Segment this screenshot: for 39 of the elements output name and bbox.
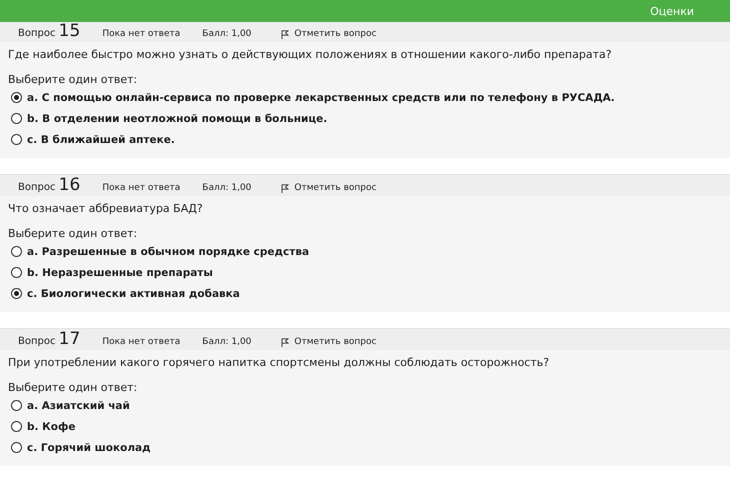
answer-prompt: Выберите один ответ: — [8, 381, 138, 394]
answer-prompt: Выберите один ответ: — [8, 73, 138, 86]
answer-option[interactable]: a. Азиатский чай — [27, 400, 130, 412]
flag-icon — [281, 338, 290, 346]
radio-button[interactable] — [11, 267, 22, 278]
question-score: Балл: 1,00 — [202, 29, 252, 39]
flag-question-button[interactable]: Отметить вопрос — [281, 29, 376, 39]
flag-question-button[interactable]: Отметить вопрос — [281, 337, 376, 347]
answer-option[interactable]: b. Неразрешенные препараты — [27, 266, 213, 278]
question-number: Вопрос 17 — [18, 332, 80, 347]
question-text: При употреблении какого горячего напитка спортсмены должны соблюдать осторожность? — [8, 356, 550, 369]
flag-icon — [281, 184, 290, 192]
answer-prompt: Выберите один ответ: — [8, 227, 138, 240]
question-number: Вопрос 16 — [18, 178, 80, 193]
question-score: Балл: 1,00 — [202, 183, 252, 193]
answer-status: Пока нет ответа — [102, 29, 180, 39]
question-text: Где наиболее быстро можно узнать о действующих положениях в отношении какого-либо препарата? — [8, 48, 613, 61]
answer-option[interactable]: b. В отделении неотложной помощи в больнице. — [27, 112, 328, 124]
answer-option[interactable]: a. Разрешенные в обычном порядке средства — [27, 246, 310, 258]
radio-button[interactable] — [11, 442, 22, 453]
radio-button[interactable] — [11, 134, 22, 145]
radio-button[interactable] — [11, 400, 22, 411]
answer-option[interactable]: c. Биологически активная добавка — [27, 288, 240, 300]
radio-button[interactable] — [11, 246, 22, 257]
radio-button[interactable] — [11, 288, 22, 299]
flag-icon — [281, 30, 290, 38]
question-score: Балл: 1,00 — [202, 337, 252, 347]
answer-status: Пока нет ответа — [102, 183, 180, 193]
question-number: Вопрос 15 — [18, 24, 80, 39]
answer-option[interactable]: c. Горячий шоколад — [27, 442, 151, 454]
answer-status: Пока нет ответа — [102, 337, 180, 347]
answer-option[interactable]: b. Кофе — [27, 420, 76, 432]
flag-question-button[interactable]: Отметить вопрос — [281, 183, 376, 193]
question-text: Что означает аббревиатура БАД? — [8, 202, 204, 215]
answer-option[interactable]: a. С помощью онлайн-сервиса по проверке лекарственных средств или по телефону в РУСАДА. — [27, 92, 615, 104]
radio-button[interactable] — [11, 113, 22, 124]
answer-option[interactable]: c. В ближайшей аптеке. — [27, 134, 175, 146]
radio-button[interactable] — [11, 92, 22, 103]
radio-button[interactable] — [11, 421, 22, 432]
